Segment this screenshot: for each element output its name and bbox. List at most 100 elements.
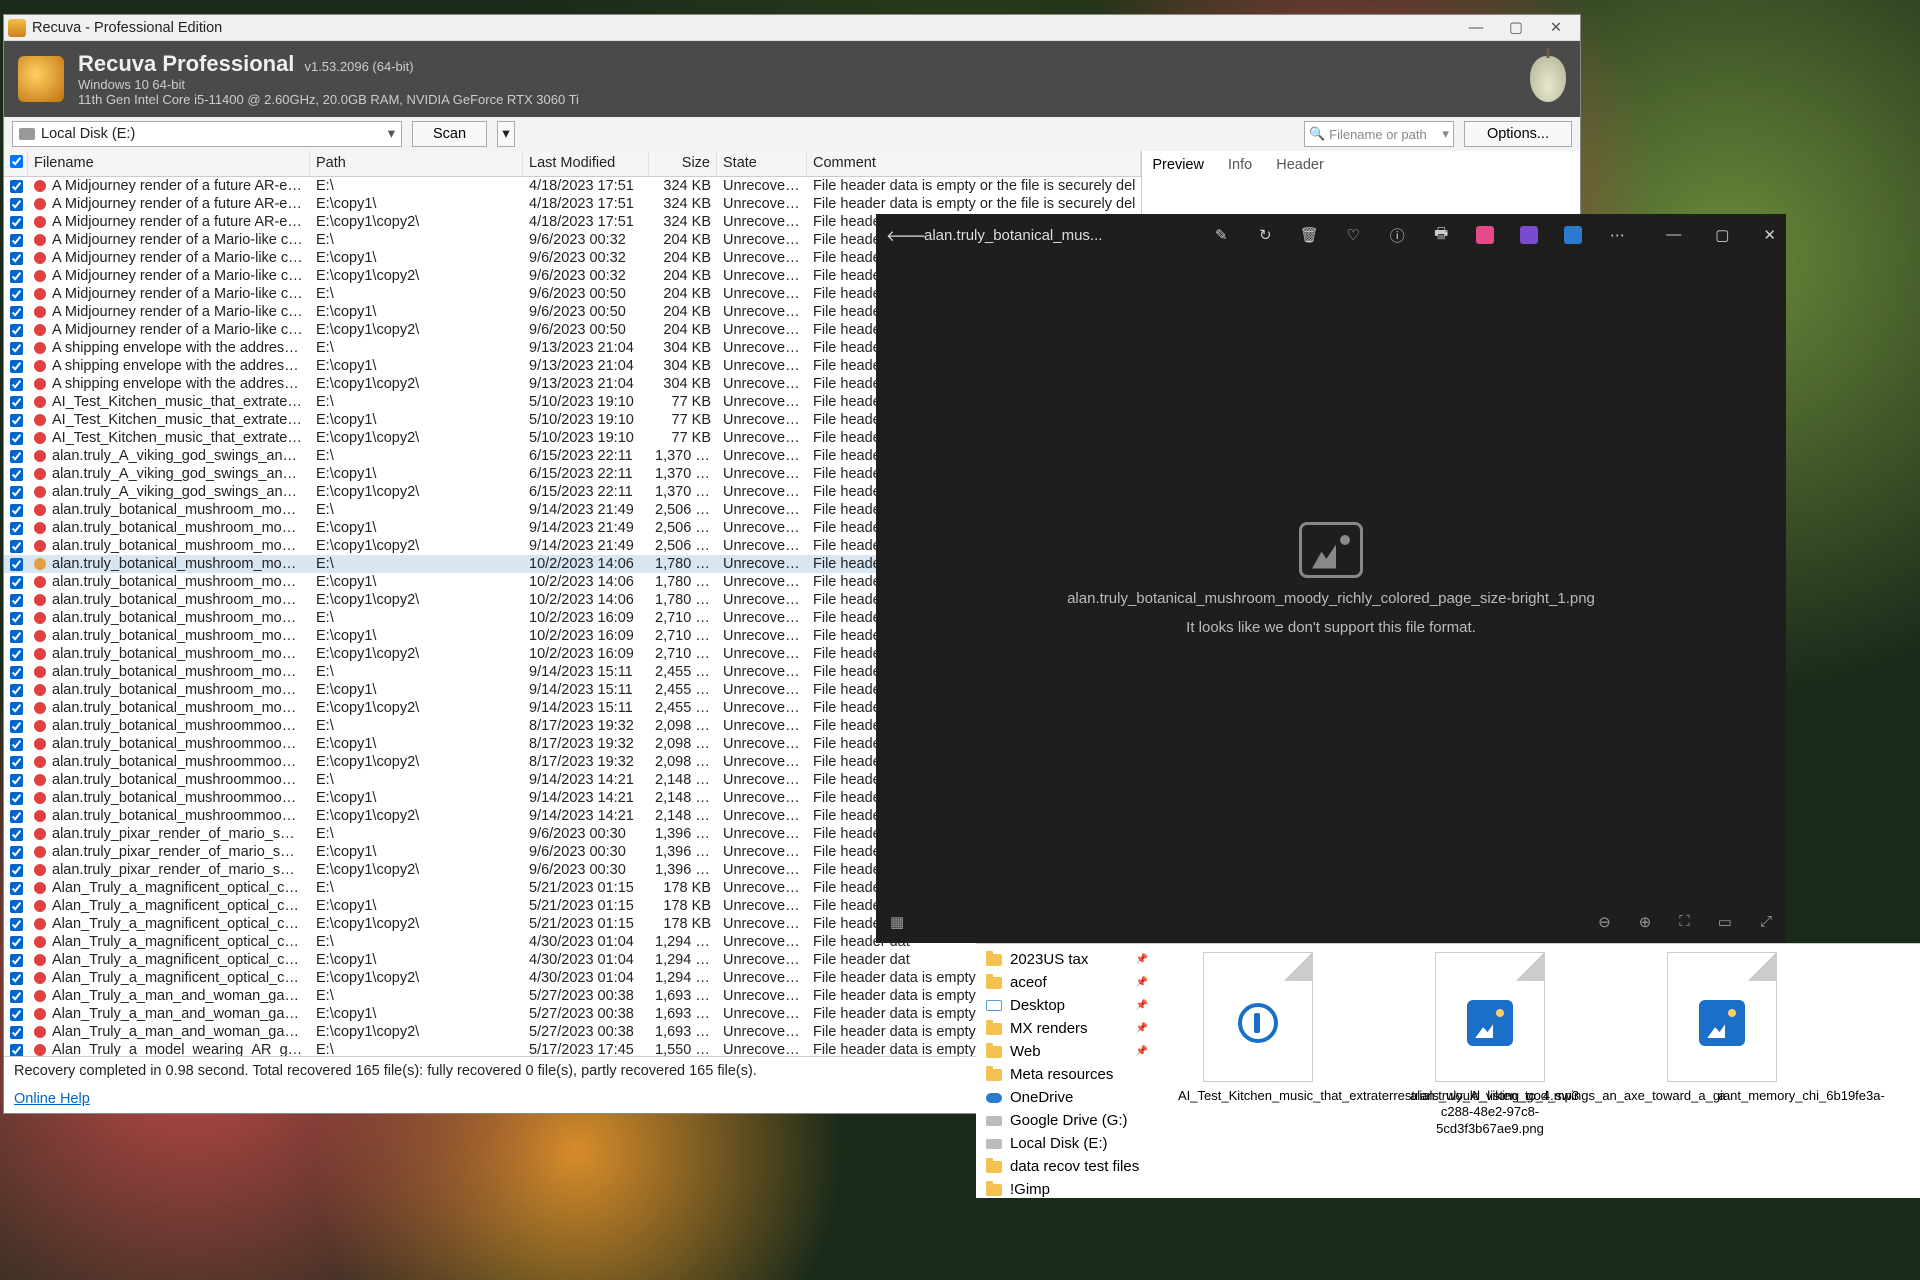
row-checkbox[interactable] <box>10 647 23 662</box>
row-checkbox[interactable] <box>10 593 23 608</box>
row-checkbox[interactable] <box>10 863 23 878</box>
more-icon[interactable]: ⋯ <box>1608 226 1626 244</box>
table-row[interactable]: A Midjourney render of a future AR-enhan… <box>4 195 1141 213</box>
filmstrip-icon[interactable]: ▦ <box>890 913 904 931</box>
sidebar-item[interactable]: OneDrive <box>976 1086 1158 1109</box>
row-checkbox[interactable] <box>10 251 23 266</box>
row-checkbox[interactable] <box>10 773 23 788</box>
row-checkbox[interactable] <box>10 287 23 302</box>
row-checkbox[interactable] <box>10 341 23 356</box>
col-filename[interactable]: Filename <box>28 151 310 176</box>
row-checkbox[interactable] <box>10 917 23 932</box>
info-icon[interactable]: ⓘ <box>1388 226 1406 244</box>
photos-minimize-button[interactable]: — <box>1666 226 1681 244</box>
table-row[interactable]: A Midjourney render of a future AR-enhan… <box>4 177 1141 195</box>
col-path[interactable]: Path <box>310 151 523 176</box>
row-checkbox[interactable] <box>10 377 23 392</box>
row-checkbox[interactable] <box>10 503 23 518</box>
row-checkbox[interactable] <box>10 521 23 536</box>
app-clipchamp-icon[interactable] <box>1476 226 1494 244</box>
row-checkbox[interactable] <box>10 305 23 320</box>
favorite-icon[interactable]: ♡ <box>1344 226 1362 244</box>
row-checkbox[interactable] <box>10 395 23 410</box>
minimize-button[interactable]: — <box>1456 16 1496 40</box>
sidebar-item[interactable]: 2023US tax📌 <box>976 948 1158 971</box>
row-checkbox[interactable] <box>10 737 23 752</box>
col-modified[interactable]: Last Modified <box>523 151 649 176</box>
row-checkbox[interactable] <box>10 449 23 464</box>
row-checkbox[interactable] <box>10 827 23 842</box>
row-checkbox[interactable] <box>10 719 23 734</box>
delete-icon[interactable]: 🗑 <box>1300 226 1318 244</box>
options-button[interactable]: Options... <box>1464 121 1572 147</box>
select-all-checkbox[interactable] <box>10 155 23 168</box>
recuva-titlebar[interactable]: Recuva - Professional Edition — ▢ ✕ <box>4 15 1580 41</box>
tab-header[interactable]: Header <box>1276 157 1324 173</box>
close-button[interactable]: ✕ <box>1536 16 1576 40</box>
zoom-in-icon[interactable]: ⊕ <box>1639 913 1652 931</box>
back-button[interactable]: 🡐 <box>886 226 906 245</box>
edit-icon[interactable]: ✎ <box>1212 226 1230 244</box>
sidebar-item[interactable]: aceof📌 <box>976 971 1158 994</box>
photos-maximize-button[interactable]: ▢ <box>1715 226 1729 244</box>
row-checkbox[interactable] <box>10 575 23 590</box>
sidebar-item[interactable]: data recov test files <box>976 1155 1158 1178</box>
table-row[interactable]: Alan_Truly_a_magnificent_optical_compute… <box>4 969 1141 987</box>
row-checkbox[interactable] <box>10 989 23 1004</box>
row-checkbox[interactable] <box>10 485 23 500</box>
row-checkbox[interactable] <box>10 953 23 968</box>
row-checkbox[interactable] <box>10 539 23 554</box>
sidebar-item[interactable]: Desktop📌 <box>976 994 1158 1017</box>
table-row[interactable]: Alan_Truly_a_model_wearing_AR_glasses_on… <box>4 1041 1141 1056</box>
row-checkbox[interactable] <box>10 791 23 806</box>
row-checkbox[interactable] <box>10 665 23 680</box>
sidebar-item[interactable]: Meta resources <box>976 1063 1158 1086</box>
row-checkbox[interactable] <box>10 557 23 572</box>
slideshow-icon[interactable]: ▭ <box>1718 913 1732 931</box>
row-checkbox[interactable] <box>10 845 23 860</box>
file-thumbnail[interactable]: alan.truly_A_viking_god_swings_an_axe_to… <box>1410 952 1570 1190</box>
table-row[interactable]: Alan_Truly_a_man_and_woman_gaze_with_won… <box>4 1005 1141 1023</box>
tab-info[interactable]: Info <box>1228 157 1252 173</box>
col-size[interactable]: Size <box>649 151 717 176</box>
row-checkbox[interactable] <box>10 359 23 374</box>
tab-preview[interactable]: Preview <box>1152 157 1204 173</box>
col-state[interactable]: State <box>717 151 807 176</box>
photos-titlebar[interactable]: 🡐 alan.truly_botanical_mus... ✎ ↻ 🗑 ♡ ⓘ … <box>876 214 1786 256</box>
row-checkbox[interactable] <box>10 197 23 212</box>
sidebar-item[interactable]: Local Disk (E:) <box>976 1132 1158 1155</box>
row-checkbox[interactable] <box>10 431 23 446</box>
table-row[interactable]: Alan_Truly_a_man_and_woman_gaze_with_won… <box>4 987 1141 1005</box>
row-checkbox[interactable] <box>10 971 23 986</box>
row-checkbox[interactable] <box>10 467 23 482</box>
fullscreen-icon[interactable]: ⤢ <box>1760 913 1772 931</box>
row-checkbox[interactable] <box>10 935 23 950</box>
row-checkbox[interactable] <box>10 809 23 824</box>
row-checkbox[interactable] <box>10 413 23 428</box>
scan-dropdown-button[interactable]: ▾ <box>497 121 515 147</box>
sidebar-item[interactable]: Google Drive (G:) <box>976 1109 1158 1132</box>
row-checkbox[interactable] <box>10 233 23 248</box>
row-checkbox[interactable] <box>10 179 23 194</box>
photos-close-button[interactable]: ✕ <box>1763 226 1776 244</box>
file-list-header[interactable]: Filename Path Last Modified Size State C… <box>4 151 1141 177</box>
col-comment[interactable]: Comment <box>807 151 1141 176</box>
drive-select[interactable]: Local Disk (E:) ▾ <box>12 121 402 147</box>
file-thumbnail[interactable]: a <box>1642 952 1802 1190</box>
row-checkbox[interactable] <box>10 755 23 770</box>
app-onedrive-icon[interactable] <box>1564 226 1582 244</box>
scan-button[interactable]: Scan <box>412 121 487 147</box>
maximize-button[interactable]: ▢ <box>1496 16 1536 40</box>
sidebar-item[interactable]: Web📌 <box>976 1040 1158 1063</box>
row-checkbox[interactable] <box>10 1025 23 1040</box>
sidebar-item[interactable]: !Gimp <box>976 1178 1158 1201</box>
row-checkbox[interactable] <box>10 611 23 626</box>
table-row[interactable]: Alan_Truly_a_magnificent_optical_compute… <box>4 951 1141 969</box>
row-checkbox[interactable] <box>10 323 23 338</box>
row-checkbox[interactable] <box>10 215 23 230</box>
rotate-icon[interactable]: ↻ <box>1256 226 1274 244</box>
row-checkbox[interactable] <box>10 881 23 896</box>
fit-icon[interactable]: ⛶ <box>1679 913 1690 931</box>
row-checkbox[interactable] <box>10 269 23 284</box>
row-checkbox[interactable] <box>10 701 23 716</box>
